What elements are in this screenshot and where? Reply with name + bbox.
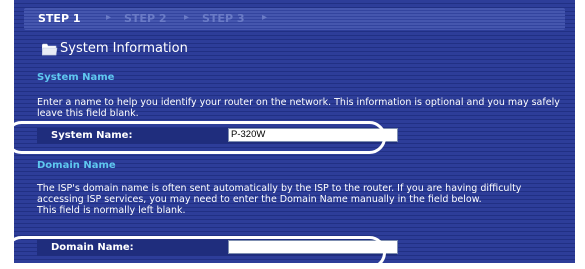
step-arrow-icon: ▸: [184, 12, 190, 23]
step-1-label: STEP 1: [38, 12, 81, 25]
wizard-step-bar: STEP 1 ▸ STEP 2 ▸ STEP 3 ▸: [24, 8, 565, 30]
system-name-heading: System Name: [37, 72, 115, 83]
folder-icon: [42, 43, 58, 56]
system-name-callout-outline: [5, 121, 386, 154]
domain-name-description-main: The ISP's domain name is often sent auto…: [37, 183, 522, 205]
system-name-description: Enter a name to help you identify your r…: [37, 97, 560, 119]
step-2-label: STEP 2: [124, 12, 167, 25]
domain-name-description-note: This field is normally left blank.: [37, 205, 186, 216]
page-title: System Information: [60, 41, 188, 56]
domain-name-heading: Domain Name: [37, 160, 116, 171]
step-3-label: STEP 3: [202, 12, 245, 25]
step-arrow-icon: ▸: [106, 12, 112, 23]
domain-name-callout-outline: [5, 236, 386, 269]
step-arrow-icon: ▸: [262, 12, 268, 23]
domain-name-description: The ISP's domain name is often sent auto…: [37, 183, 562, 216]
